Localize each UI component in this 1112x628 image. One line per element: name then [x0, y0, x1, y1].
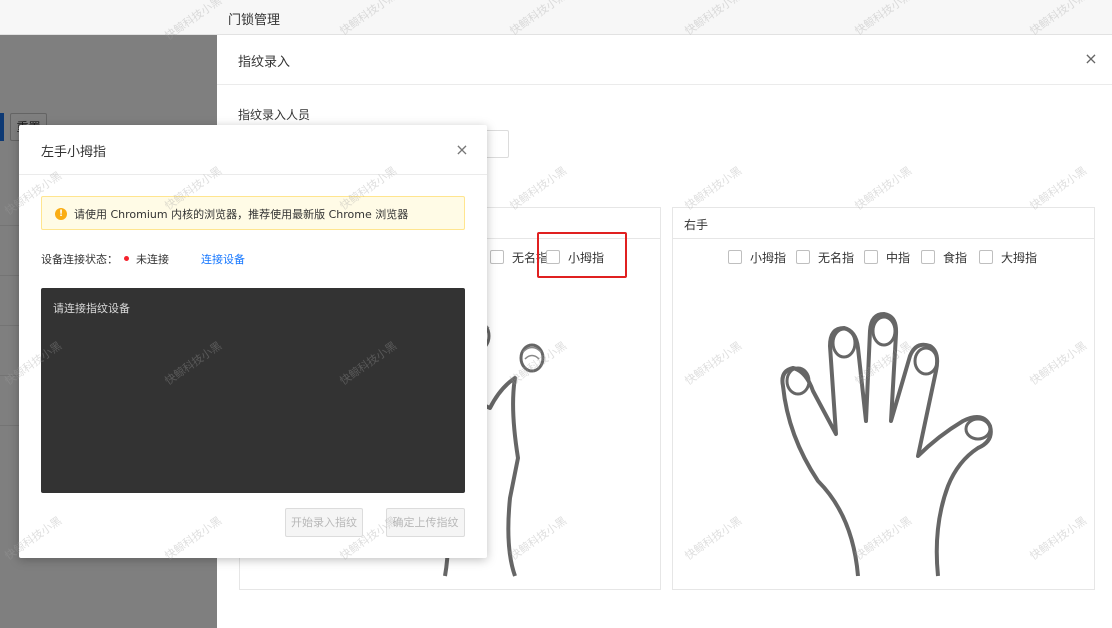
right-hand-header: 右手	[673, 208, 1094, 239]
left-ring-finger-option[interactable]: 无名指	[490, 249, 548, 265]
left-little-finger-option[interactable]: 小拇指	[546, 249, 604, 265]
right-hand-illustration	[780, 312, 993, 577]
device-status-label: 设备连接状态：	[41, 253, 118, 266]
person-label: 指纹录入人员	[238, 108, 311, 122]
drawer-header: 指纹录入 ×	[217, 35, 1112, 85]
finger-label: 小拇指	[750, 250, 787, 265]
finger-label: 中指	[886, 250, 911, 265]
checkbox[interactable]	[864, 250, 878, 264]
right-hand-panel: 右手 小拇指 无名指 中指 食指 大拇指	[672, 207, 1095, 590]
modal-title: 左手小拇指	[41, 145, 107, 160]
finger-label: 小拇指	[568, 250, 605, 265]
top-bar: 门锁管理	[0, 0, 1112, 35]
checkbox[interactable]	[921, 250, 935, 264]
checkbox[interactable]	[728, 250, 742, 264]
checkbox[interactable]	[490, 250, 504, 264]
fingerprint-capture-modal: 左手小拇指 × ! 请使用 Chromium 内核的浏览器，推荐使用最新版 Ch…	[19, 125, 487, 558]
drawer-title: 指纹录入	[238, 55, 291, 70]
right-thumb-option[interactable]: 大拇指	[979, 249, 1037, 265]
finger-label: 无名指	[818, 250, 855, 265]
modal-header: 左手小拇指 ×	[19, 125, 487, 175]
upload-fingerprint-button[interactable]: 确定上传指纹	[386, 508, 465, 537]
right-hand-title: 右手	[684, 218, 709, 232]
status-dot	[124, 256, 129, 261]
right-ring-finger-option[interactable]: 无名指	[796, 249, 854, 265]
device-preview-screen: 请连接指纹设备	[41, 288, 465, 493]
top-bar-title: 门锁管理	[228, 13, 281, 28]
modal-close-icon[interactable]: ×	[453, 141, 471, 159]
alert-text: 请使用 Chromium 内核的浏览器，推荐使用最新版 Chrome 浏览器	[74, 208, 409, 221]
finger-label: 大拇指	[1001, 250, 1038, 265]
connect-device-link[interactable]: 连接设备	[201, 251, 245, 267]
browser-alert: ! 请使用 Chromium 内核的浏览器，推荐使用最新版 Chrome 浏览器	[41, 196, 465, 230]
checkbox[interactable]	[546, 250, 560, 264]
device-screen-text: 请连接指纹设备	[53, 302, 130, 315]
checkbox[interactable]	[979, 250, 993, 264]
device-status-value: 未连接	[136, 253, 169, 266]
start-capture-button[interactable]: 开始录入指纹	[285, 508, 363, 537]
warning-circle-icon: !	[55, 208, 67, 220]
checkbox[interactable]	[796, 250, 810, 264]
finger-label: 无名指	[512, 250, 549, 265]
drawer-close-icon[interactable]: ×	[1082, 50, 1100, 68]
right-index-finger-option[interactable]: 食指	[921, 249, 967, 265]
right-little-finger-option[interactable]: 小拇指	[728, 249, 786, 265]
right-middle-finger-option[interactable]: 中指	[864, 249, 910, 265]
finger-label: 食指	[943, 250, 968, 265]
